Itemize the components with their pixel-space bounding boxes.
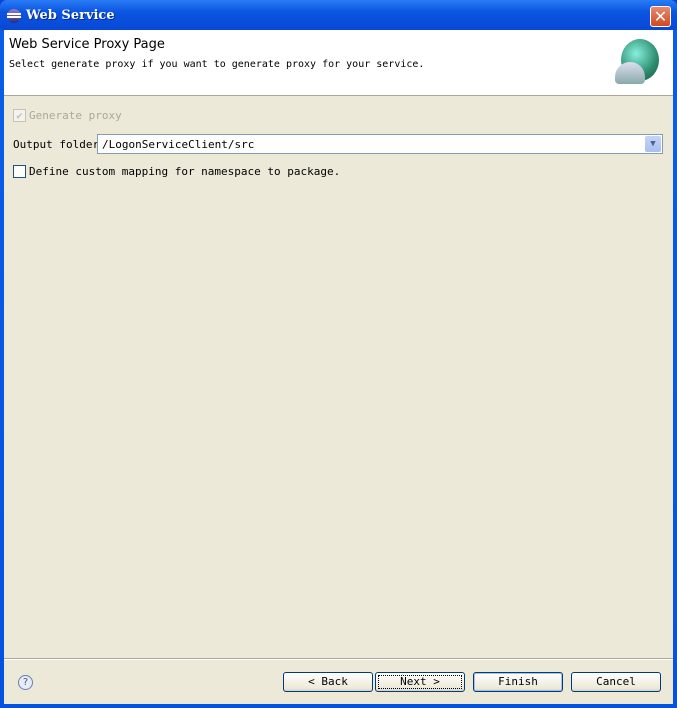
dialog-client: Web Service Proxy Page Select generate p…: [4, 30, 673, 704]
page-title: Web Service Proxy Page: [9, 37, 165, 52]
generate-proxy-label: Generate proxy: [29, 109, 122, 122]
page-header: Web Service Proxy Page Select generate p…: [4, 30, 673, 96]
wizard-window: Web Service ✕ Web Service Proxy Page Sel…: [0, 0, 677, 708]
custom-mapping-label: Define custom mapping for namespace to p…: [29, 165, 341, 178]
page-description: Select generate proxy if you want to gen…: [9, 59, 425, 70]
cancel-button[interactable]: Cancel: [571, 672, 661, 692]
service-bell-icon: [615, 62, 645, 84]
output-folder-combo[interactable]: /LogonServiceClient/src ▼: [97, 134, 663, 154]
back-button[interactable]: < Back: [283, 672, 373, 692]
title-bar: Web Service ✕: [0, 0, 677, 30]
window-title: Web Service: [26, 8, 115, 23]
finish-button[interactable]: Finish: [473, 672, 563, 692]
output-folder-label: Output folder: [13, 138, 100, 151]
checkmark-icon: ✔: [13, 109, 26, 122]
output-folder-value: /LogonServiceClient/src: [102, 138, 255, 151]
eclipse-icon: [7, 9, 21, 23]
generate-proxy-checkbox[interactable]: ✔ Generate proxy: [13, 109, 122, 122]
custom-mapping-checkbox[interactable]: Define custom mapping for namespace to p…: [13, 165, 340, 178]
checkbox-box[interactable]: [13, 165, 26, 178]
close-button[interactable]: ✕: [650, 6, 671, 27]
help-icon[interactable]: ?: [18, 675, 33, 690]
next-button[interactable]: Next >: [375, 672, 465, 692]
chevron-down-icon[interactable]: ▼: [645, 136, 661, 152]
footer-divider: [4, 658, 673, 660]
